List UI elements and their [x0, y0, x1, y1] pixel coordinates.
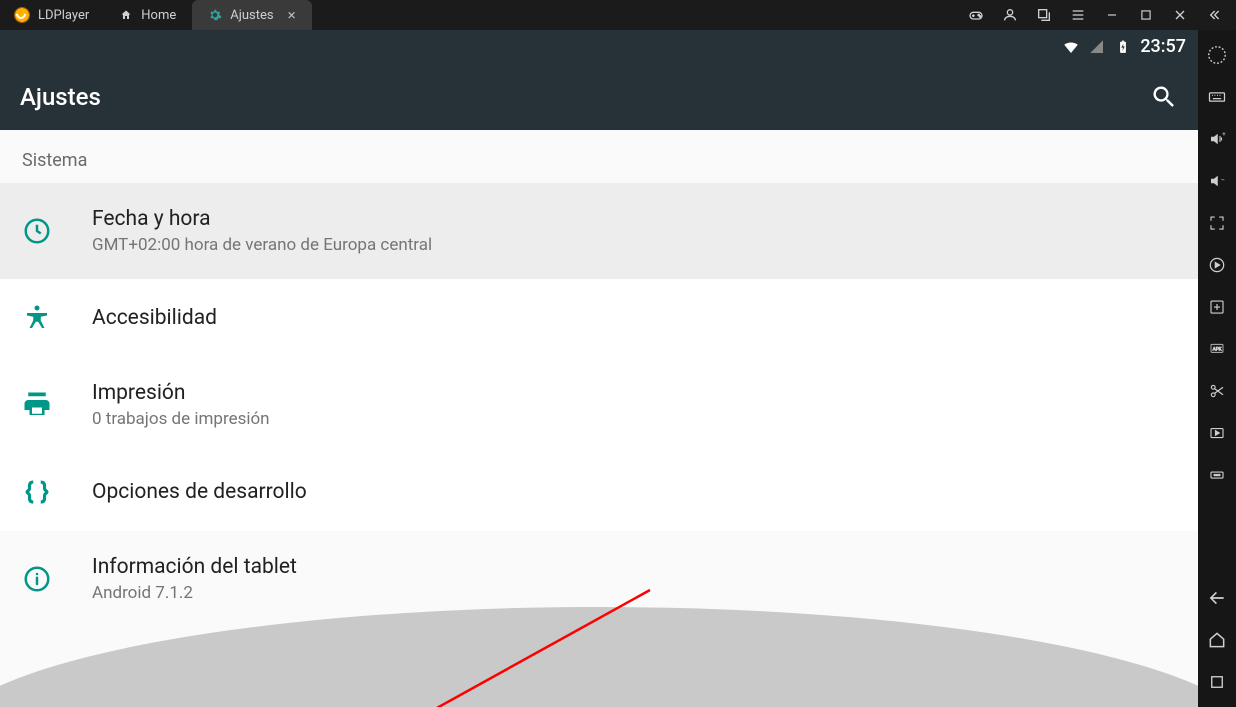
more-icon[interactable] — [1206, 464, 1228, 486]
home-nav-icon[interactable] — [1206, 629, 1228, 651]
window-titlebar: LDPlayer Home Ajustes × — [0, 0, 1236, 30]
battery-icon — [1114, 38, 1132, 56]
accessibility-icon — [22, 303, 52, 333]
item-accessibility-title: Accesibilidad — [92, 306, 217, 330]
android-viewport: 23:57 Ajustes Sistema Fecha y hora GMT+0… — [0, 30, 1198, 707]
statusbar-time: 23:57 — [1140, 36, 1186, 57]
printer-icon — [22, 390, 52, 420]
item-about-title: Información del tablet — [92, 555, 297, 579]
item-printing-subtitle: 0 trabajos de impresión — [92, 409, 270, 429]
braces-icon — [22, 477, 52, 507]
sync-icon[interactable] — [1206, 254, 1228, 276]
volume-up-icon[interactable]: + — [1206, 128, 1228, 150]
settings-icon[interactable] — [1206, 44, 1228, 66]
app-brand-label: LDPlayer — [38, 8, 89, 23]
tab-ajustes[interactable]: Ajustes × — [192, 0, 311, 30]
item-printing-title: Impresión — [92, 381, 270, 405]
section-header-sistema: Sistema — [0, 130, 1198, 183]
page-title: Ajustes — [20, 83, 1150, 111]
tab-home-label: Home — [141, 8, 176, 23]
clock-icon — [22, 216, 52, 246]
install-plus-icon[interactable] — [1206, 296, 1228, 318]
gear-icon — [208, 8, 222, 22]
keyboard-icon[interactable] — [1206, 86, 1228, 108]
settings-toolbar: Ajustes — [0, 63, 1198, 130]
signal-icon — [1088, 38, 1106, 56]
app-brand: LDPlayer — [0, 0, 103, 30]
android-statusbar: 23:57 — [0, 30, 1198, 63]
item-datetime-subtitle: GMT+02:00 hora de verano de Europa centr… — [92, 235, 432, 255]
emulator-sidebar: + − APK — [1198, 30, 1236, 707]
minimize-button[interactable] — [1104, 7, 1120, 23]
record-icon[interactable] — [1206, 422, 1228, 444]
recents-icon[interactable] — [1206, 671, 1228, 693]
settings-item-datetime[interactable]: Fecha y hora GMT+02:00 hora de verano de… — [0, 183, 1198, 279]
search-button[interactable] — [1150, 83, 1178, 111]
apk-icon[interactable]: APK — [1206, 338, 1228, 360]
back-icon[interactable] — [1206, 587, 1228, 609]
svg-text:APK: APK — [1213, 346, 1222, 352]
wifi-icon — [1062, 38, 1080, 56]
svg-text:−: − — [1221, 176, 1225, 185]
settings-content: Sistema Fecha y hora GMT+02:00 hora de v… — [0, 130, 1198, 707]
item-developer-title: Opciones de desarrollo — [92, 480, 307, 504]
window-controls — [954, 7, 1236, 23]
tab-home[interactable]: Home — [103, 0, 192, 30]
item-datetime-title: Fecha y hora — [92, 207, 432, 231]
settings-item-printing[interactable]: Impresión 0 trabajos de impresión — [0, 357, 1198, 453]
settings-item-accessibility[interactable]: Accesibilidad — [0, 279, 1198, 357]
settings-item-developer[interactable]: Opciones de desarrollo — [0, 453, 1198, 531]
multi-instance-icon[interactable] — [1036, 7, 1052, 23]
tab-ajustes-label: Ajustes — [230, 8, 273, 23]
close-button[interactable] — [1172, 7, 1188, 23]
item-about-subtitle: Android 7.1.2 — [92, 583, 297, 603]
ldplayer-logo-icon — [14, 7, 30, 23]
volume-down-icon[interactable]: − — [1206, 170, 1228, 192]
info-icon — [22, 564, 52, 594]
scissors-icon[interactable] — [1206, 380, 1228, 402]
settings-item-about[interactable]: Información del tablet Android 7.1.2 — [0, 531, 1198, 627]
collapse-sidebar-button[interactable] — [1206, 7, 1222, 23]
svg-text:+: + — [1222, 131, 1226, 138]
maximize-button[interactable] — [1138, 7, 1154, 23]
tab-close-button[interactable]: × — [288, 6, 296, 24]
gamepad-icon[interactable] — [968, 7, 984, 23]
menu-icon[interactable] — [1070, 7, 1086, 23]
fullscreen-icon[interactable] — [1206, 212, 1228, 234]
home-icon — [119, 9, 133, 21]
user-icon[interactable] — [1002, 7, 1018, 23]
